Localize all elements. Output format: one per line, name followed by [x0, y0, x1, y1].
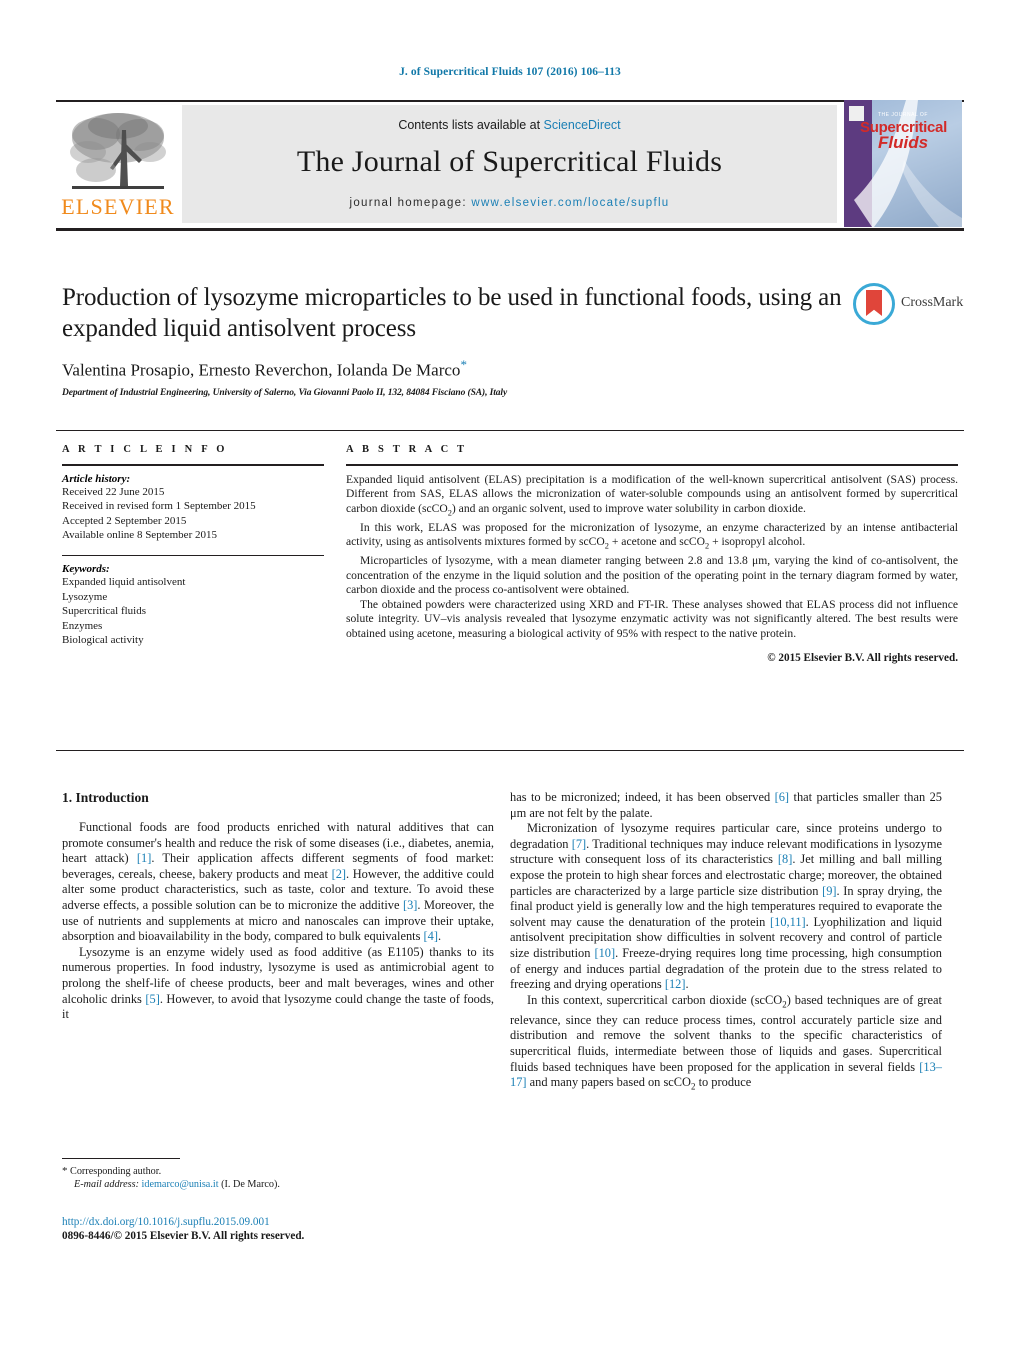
email-suffix: (I. De Marco). — [221, 1179, 280, 1190]
keywords-label: Keywords: — [62, 563, 110, 575]
crossmark-badge[interactable]: CrossMark — [853, 283, 963, 329]
cover-line1: THE JOURNAL OF — [878, 112, 928, 118]
body-column-left: 1. Introduction Functional foods are foo… — [62, 790, 494, 1023]
cover-line3: Fluids — [878, 133, 929, 152]
footer-doi-block: http://dx.doi.org/10.1016/j.supflu.2015.… — [62, 1215, 542, 1243]
abstract-rule — [346, 464, 958, 466]
citation-ref[interactable]: [1] — [137, 851, 151, 865]
affiliation: Department of Industrial Engineering, Un… — [62, 387, 508, 398]
abstract-copyright: © 2015 Elsevier B.V. All rights reserved… — [767, 651, 958, 664]
keyword-item: Enzymes — [62, 619, 103, 632]
email-link[interactable]: idemarco@unisa.it — [142, 1179, 219, 1190]
body-paragraph: Functional foods are food products enric… — [62, 820, 494, 944]
citation-ref[interactable]: [9] — [822, 884, 836, 898]
journal-cover-thumbnail: THE JOURNAL OF Supercritical Fluids — [844, 100, 962, 227]
citation-ref[interactable]: [4] — [424, 929, 438, 943]
abstract-paragraph: The obtained powders were characterized … — [346, 597, 958, 641]
keyword-item: Supercritical fluids — [62, 605, 147, 617]
footnote-star: * — [62, 1165, 68, 1177]
journal-masthead: ELSEVIER Contents lists available at Sci… — [56, 100, 964, 231]
history-online: Available online 8 September 2015 — [62, 529, 217, 541]
article-history-label: Article history: — [62, 472, 131, 485]
journal-band: Contents lists available at ScienceDirec… — [182, 105, 837, 223]
body-paragraph: Micronization of lysozyme requires parti… — [510, 821, 943, 992]
history-revised: Received in revised form 1 September 201… — [62, 500, 256, 512]
keyword-item: Lysozyme — [62, 590, 108, 603]
contents-prefix: Contents lists available at — [398, 118, 544, 132]
footnote-rule — [62, 1158, 180, 1159]
abstract-paragraph: Expanded liquid antisolvent (ELAS) preci… — [346, 472, 958, 518]
citation-ref[interactable]: [13–17] — [510, 1060, 942, 1090]
info-abstract-bottom-rule — [56, 750, 964, 751]
info-abstract-top-rule — [56, 430, 964, 431]
citation-ref[interactable]: [2] — [332, 867, 346, 881]
body-paragraph: In this context, supercritical carbon di… — [510, 992, 942, 1092]
body-paragraph: has to be micronized; indeed, it has bee… — [510, 790, 942, 820]
title-block: Production of lysozyme microparticles to… — [62, 282, 842, 398]
corresponding-author-note: * Corresponding author. — [62, 1165, 494, 1178]
elsevier-logo: ELSEVIER — [58, 108, 178, 226]
running-head: J. of Supercritical Fluids 107 (2016) 10… — [399, 66, 621, 78]
citation-ref[interactable]: [5] — [145, 992, 159, 1006]
journal-title: The Journal of Supercritical Fluids — [296, 145, 723, 178]
abstract-column: A B S T R A C T Expanded liquid antisolv… — [346, 444, 958, 664]
abstract-body: Expanded liquid antisolvent (ELAS) preci… — [346, 473, 958, 664]
elsevier-tree-icon — [66, 108, 170, 196]
citation-ref[interactable]: [12] — [665, 977, 686, 991]
page-title: Production of lysozyme microparticles to… — [62, 284, 842, 342]
article-info-heading: A R T I C L E I N F O — [62, 444, 228, 455]
keywords-rule — [62, 554, 324, 556]
keyword-item: Expanded liquid antisolvent — [62, 576, 186, 588]
section-heading-introduction: 1. Introduction — [62, 790, 149, 805]
sciencedirect-link[interactable]: ScienceDirect — [544, 118, 621, 132]
corresponding-author-text: Corresponding author. — [70, 1166, 162, 1177]
email-note: E-mail address: idemarco@unisa.it (I. De… — [62, 1178, 494, 1191]
body-paragraph: Lysozyme is an enzyme widely used as foo… — [62, 944, 494, 1022]
author-list: Valentina Prosapio, Ernesto Reverchon, I… — [62, 357, 842, 381]
footnote-block: * Corresponding author. E-mail address: … — [62, 1158, 494, 1191]
citation-ref[interactable]: [7] — [572, 837, 586, 851]
crossmark-label: CrossMark — [901, 295, 964, 310]
abstract-heading: A B S T R A C T — [346, 444, 468, 455]
journal-homepage-line: journal homepage: www.elsevier.com/locat… — [182, 197, 837, 209]
citation-ref[interactable]: [3] — [403, 898, 417, 912]
body-column-right: has to be micronized; indeed, it has bee… — [510, 790, 942, 1095]
history-accepted: Accepted 2 September 2015 — [62, 514, 187, 527]
keyword-item: Biological activity — [62, 634, 144, 646]
abstract-paragraph: Microparticles of lysozyme, with a mean … — [346, 554, 958, 597]
masthead-bottom-rule — [56, 228, 964, 231]
abstract-paragraph: In this work, ELAS was proposed for the … — [346, 520, 958, 551]
citation-ref[interactable]: [8] — [778, 852, 792, 866]
author-names: Valentina Prosapio, Ernesto Reverchon, I… — [62, 360, 461, 380]
citation-ref[interactable]: [10,11] — [770, 915, 806, 929]
citation-ref[interactable]: [10] — [594, 946, 615, 960]
homepage-link[interactable]: www.elsevier.com/locate/supflu — [471, 197, 669, 209]
corresponding-author-marker: * — [460, 357, 467, 372]
contents-available-line: Contents lists available at ScienceDirec… — [182, 118, 837, 132]
masthead-top-rule — [56, 100, 964, 102]
doi-link[interactable]: http://dx.doi.org/10.1016/j.supflu.2015.… — [62, 1215, 542, 1229]
elsevier-wordmark: ELSEVIER — [61, 194, 175, 219]
email-label: E-mail address: — [74, 1179, 139, 1190]
article-info-rule — [62, 464, 324, 466]
issn-copyright-line: 0896-8446/© 2015 Elsevier B.V. All right… — [62, 1230, 305, 1242]
paper-page: J. of Supercritical Fluids 107 (2016) 10… — [0, 0, 1020, 1351]
citation-ref[interactable]: [6] — [775, 790, 789, 804]
article-info-column: A R T I C L E I N F O Article history: R… — [62, 444, 324, 648]
history-received: Received 22 June 2015 — [62, 485, 165, 498]
homepage-prefix: journal homepage: — [349, 197, 472, 209]
